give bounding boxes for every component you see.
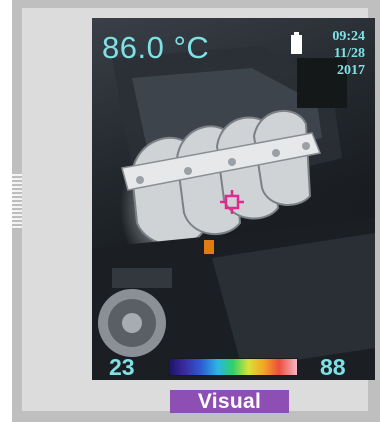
color-scale-bar [168,358,298,376]
camera-screen: 86.0 °C 09:24 11/28 2017 23 88 [92,18,375,380]
crosshair-icon [220,190,244,214]
date-text: 11/28 [333,46,365,61]
temperature-readout: 86.0 °C [102,30,210,65]
range-min-value: 23 [109,354,135,380]
year-text: 2017 [337,63,365,78]
screen-panel: 86.0 °C 09:24 11/28 2017 23 88 Visual [22,8,375,413]
datetime-display: 09:24 11/28 2017 [332,28,365,79]
range-max-value: 88 [320,354,346,380]
time-text: 09:24 [332,29,365,44]
mode-label: Visual [170,390,289,413]
battery-icon [291,32,302,54]
